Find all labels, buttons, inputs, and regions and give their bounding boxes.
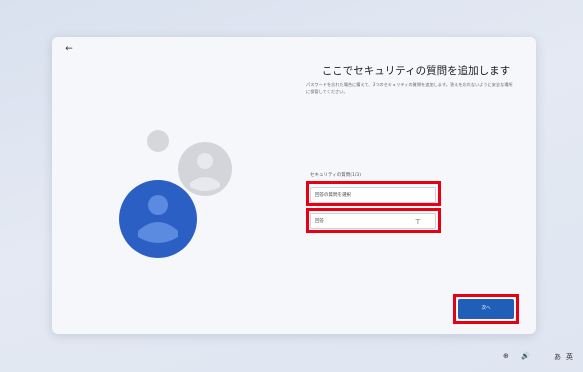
network-icon[interactable]: ⊕: [503, 352, 509, 360]
account-illustration: [119, 130, 232, 258]
page-description: パスワードを忘れた場合に備えて、3つのセキュリティの質問を追加します。答えを忘れ…: [306, 82, 513, 94]
security-question-label: セキュリティの質問(1/3): [310, 173, 361, 178]
oobe-window: ← ここでセキュリティの質問を追加します パスワードを忘れた場合に備えて、3つの…: [52, 37, 536, 334]
ime-mode-indicator[interactable]: 英: [566, 352, 573, 362]
ime-hiragana-indicator[interactable]: あ: [554, 352, 561, 362]
highlight-question-select: [306, 181, 441, 206]
blue-person-circle: [119, 180, 197, 258]
person-head-icon: [148, 195, 168, 215]
page-title: ここでセキュリティの質問を追加します: [321, 65, 511, 77]
volume-icon[interactable]: 🔊: [521, 352, 530, 360]
highlight-next-button: [453, 294, 519, 324]
back-button[interactable]: ←: [62, 43, 76, 55]
small-gray-circle: [147, 130, 169, 152]
back-arrow-icon: ←: [65, 44, 73, 54]
highlight-answer-input: [306, 208, 441, 233]
